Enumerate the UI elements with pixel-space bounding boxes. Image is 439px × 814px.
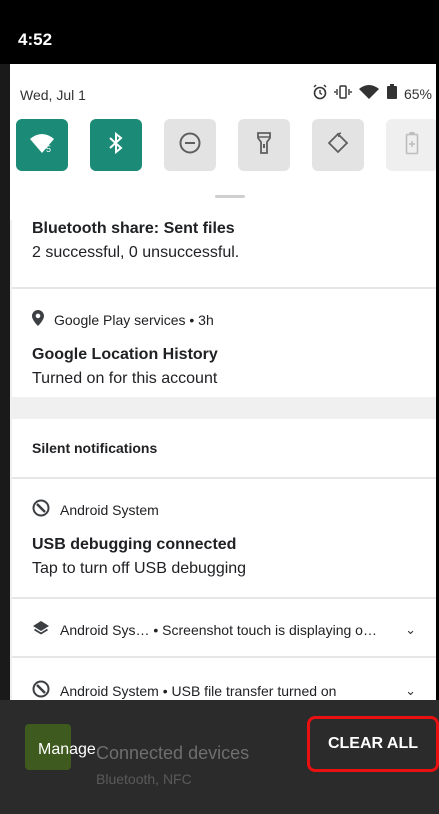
battery-icon (386, 84, 398, 103)
notification-app-row: Android System • USB file transfer turne… (32, 680, 336, 701)
chevron-down-icon[interactable]: ⌄ (405, 683, 416, 699)
wifi-icon: 5 (29, 132, 55, 159)
status-time: 4:52 (18, 30, 53, 49)
android-system-icon (32, 680, 50, 701)
qs-status-icons: 65% (312, 84, 432, 103)
quick-settings-panel: Wed, Jul 1 65% 5 (10, 64, 439, 220)
location-pin-icon (32, 310, 44, 329)
manage-button[interactable]: Manage (38, 741, 96, 759)
vibrate-icon (334, 84, 352, 103)
status-bar: 4:52 (0, 0, 439, 64)
android-system-icon (32, 499, 50, 520)
notification-text: Turned on for this account (32, 370, 218, 387)
notification-screenshot-touch[interactable]: Android Sys… • Screenshot touch is displ… (12, 599, 438, 656)
notification-title: Bluetooth share: Sent files (32, 220, 235, 237)
notification-title: Google Location History (32, 346, 218, 363)
notification-app-row: Google Play services • 3h (32, 310, 214, 329)
alarm-icon (312, 84, 328, 103)
chevron-down-icon[interactable]: ⌄ (405, 622, 416, 638)
section-header: Silent notifications (32, 440, 158, 456)
silent-notifications-section: Silent notifications (12, 419, 438, 477)
notification-app-row: Android Sys… • Screenshot touch is displ… (32, 619, 377, 640)
background-tile-subtitle: Bluetooth, NFC (96, 771, 192, 787)
notification-title: USB debugging connected (32, 536, 237, 553)
battery-saver-icon (405, 131, 419, 160)
notification-app-name: Google Play services • 3h (54, 311, 214, 328)
clear-all-label: CLEAR ALL (327, 735, 419, 752)
notification-app-name: Android System (60, 501, 159, 518)
qs-date[interactable]: Wed, Jul 1 (20, 87, 86, 103)
notification-text: 2 successful, 0 unsuccessful. (32, 244, 240, 261)
battery-percent: 65% (403, 85, 432, 102)
notification-google-location[interactable]: Google Play services • 3h Google Locatio… (12, 289, 438, 397)
notification-app-row: Android System (32, 499, 159, 520)
rotate-icon (326, 131, 350, 160)
notification-text: Tap to turn off USB debugging (32, 560, 247, 577)
qs-drag-handle[interactable] (215, 195, 245, 198)
notification-usb-debugging[interactable]: Android System USB debugging connected T… (12, 479, 438, 597)
flashlight-icon (256, 131, 272, 160)
qs-tile-flashlight[interactable] (238, 119, 290, 171)
svg-text:5: 5 (46, 144, 51, 154)
qs-tile-battery-saver[interactable] (386, 119, 438, 171)
qs-tiles: 5 (14, 119, 438, 175)
qs-tile-wifi[interactable]: 5 (16, 119, 68, 171)
qs-tile-auto-rotate[interactable] (312, 119, 364, 171)
notification-bluetooth-share[interactable]: Bluetooth share: Sent files 2 successful… (12, 220, 438, 287)
notification-app-name: Android System • USB file transfer turne… (60, 682, 337, 699)
notification-app-name: Android Sys… • Screenshot touch is displ… (60, 621, 377, 638)
wifi-signal-icon (358, 84, 380, 103)
do-not-disturb-icon (178, 131, 202, 160)
qs-tile-do-not-disturb[interactable] (164, 119, 216, 171)
clear-all-button[interactable]: CLEAR ALL (307, 716, 439, 772)
bluetooth-icon (107, 131, 125, 160)
layers-icon (32, 619, 50, 640)
background-tile-title: Connected devices (96, 743, 250, 763)
qs-tile-bluetooth[interactable] (90, 119, 142, 171)
